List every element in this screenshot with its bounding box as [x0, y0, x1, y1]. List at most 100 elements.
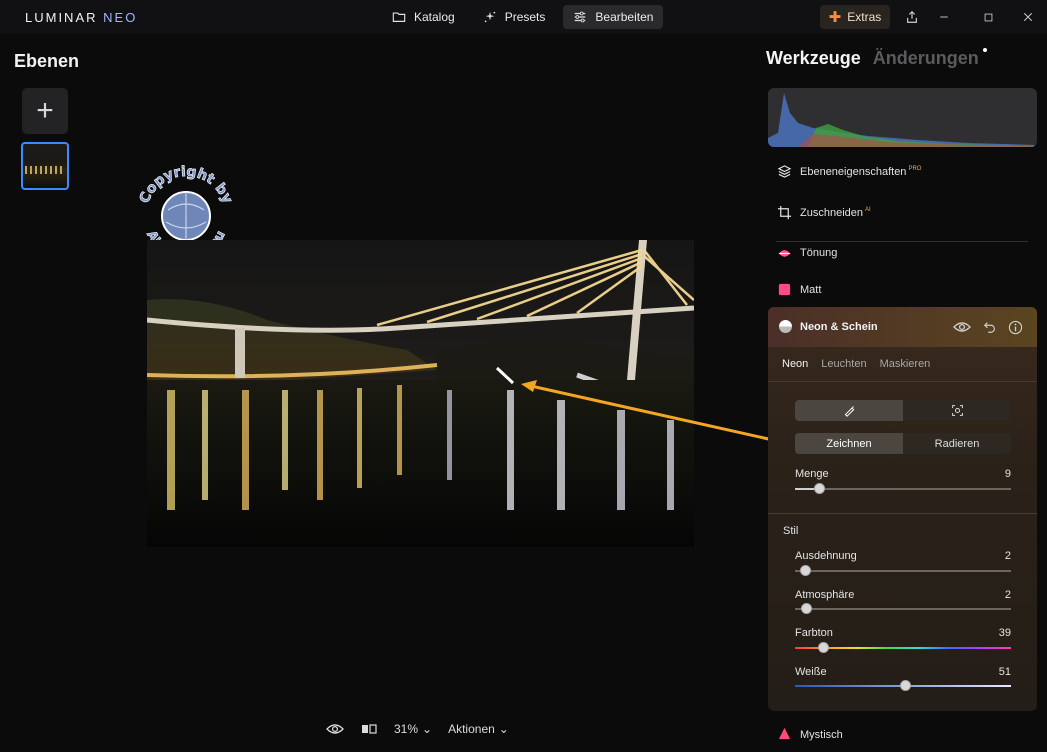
- slider-knob[interactable]: [814, 483, 825, 494]
- tab-bearbeiten[interactable]: Bearbeiten: [563, 5, 664, 29]
- sliders-icon: [575, 11, 586, 23]
- whites-value: 51: [998, 666, 1011, 678]
- actions-dropdown[interactable]: Aktionen ⌄: [448, 722, 509, 736]
- auto-detect-button[interactable]: [903, 400, 1011, 421]
- brush-icon: [844, 406, 854, 417]
- divider: [768, 513, 1037, 514]
- thumbnail-lights: [25, 166, 65, 174]
- plus-icon: +: [36, 94, 54, 127]
- undo-icon[interactable]: [981, 318, 999, 336]
- panel-tabs: Werkzeuge Änderungen: [766, 48, 987, 69]
- ai-badge: AI: [865, 206, 871, 213]
- tool-label: Ebeneneigenschaften: [800, 165, 907, 178]
- neon-subtabs: Neon Leuchten Maskieren: [782, 358, 930, 370]
- tab-werkzeuge[interactable]: Werkzeuge: [766, 48, 861, 69]
- atmosphere-label: Atmosphäre: [795, 589, 855, 601]
- zoom-value: 31%: [394, 722, 419, 736]
- logo-sub: NEO: [103, 10, 138, 25]
- tint-icon: [777, 245, 792, 260]
- atmosphere-slider[interactable]: [795, 603, 1011, 614]
- close-icon[interactable]: [1019, 8, 1037, 26]
- bottom-toolbar: 31% ⌄ Aktionen ⌄: [326, 722, 509, 736]
- tool-matt[interactable]: Matt: [777, 282, 821, 297]
- tab-presets-label: Presets: [504, 10, 546, 24]
- add-layer-button[interactable]: +: [22, 88, 68, 134]
- expansion-slider-label: Ausdehnung 2: [795, 550, 1011, 562]
- actions-label: Aktionen: [448, 722, 495, 736]
- divider: [768, 381, 1037, 382]
- extras-button[interactable]: ✚ Extras: [820, 5, 890, 29]
- puzzle-icon: ✚: [828, 8, 842, 26]
- brush-mode-button[interactable]: [795, 400, 903, 421]
- layer-thumbnail[interactable]: [21, 142, 69, 190]
- atmosphere-value: 2: [1004, 589, 1011, 601]
- subtab-maskieren[interactable]: Maskieren: [880, 358, 931, 370]
- subtab-neon[interactable]: Neon: [782, 358, 808, 370]
- histogram: [768, 88, 1037, 147]
- maximize-icon[interactable]: [979, 8, 997, 26]
- app-logo: LUMINAR NEO: [25, 10, 137, 25]
- preview-toggle[interactable]: [326, 722, 344, 736]
- expansion-slider[interactable]: [795, 565, 1011, 576]
- eye-icon: [326, 724, 344, 734]
- layers-icon: [777, 164, 792, 179]
- hue-slider[interactable]: [795, 642, 1011, 653]
- slider-knob[interactable]: [900, 680, 911, 691]
- eye-icon[interactable]: [953, 318, 971, 336]
- whites-label: Weiße: [795, 666, 827, 678]
- tool-label: Matt: [800, 283, 822, 296]
- amount-slider[interactable]: [795, 483, 1011, 494]
- compare-toggle[interactable]: [360, 722, 378, 736]
- share-icon[interactable]: [903, 8, 921, 26]
- tool-ebeneneigenschaften[interactable]: Ebeneneigenschaften PRO: [777, 164, 921, 179]
- mystic-icon: [777, 726, 792, 744]
- compare-icon: [362, 724, 377, 734]
- tab-katalog[interactable]: Katalog: [382, 5, 465, 29]
- brush-type-toggle: [795, 400, 1011, 421]
- extras-label: Extras: [847, 10, 882, 24]
- zoom-dropdown[interactable]: 31% ⌄: [394, 722, 432, 736]
- pro-badge: PRO: [908, 165, 922, 172]
- title-bar: LUMINAR NEO Katalog Presets Bearbeiten ✚…: [0, 0, 1047, 34]
- sparkle-icon: [484, 11, 495, 23]
- hue-label: Farbton: [795, 627, 833, 639]
- tab-aenderungen[interactable]: Änderungen: [873, 48, 979, 69]
- slider-knob[interactable]: [818, 642, 829, 653]
- draw-button[interactable]: Zeichnen: [795, 433, 903, 454]
- tab-presets[interactable]: Presets: [473, 5, 556, 29]
- hue-value: 39: [998, 627, 1011, 639]
- neon-tool-icon: [779, 320, 792, 333]
- tab-bearbeiten-label: Bearbeiten: [595, 10, 654, 24]
- annotation-arrow: [521, 380, 783, 444]
- slider-knob[interactable]: [800, 565, 811, 576]
- tab-katalog-label: Katalog: [414, 10, 455, 24]
- atmosphere-slider-label: Atmosphäre 2: [795, 589, 1011, 601]
- main-nav: Katalog Presets Bearbeiten: [382, 5, 664, 29]
- minimize-icon[interactable]: [935, 8, 953, 26]
- expansion-label: Ausdehnung: [795, 550, 857, 562]
- matte-icon: [777, 282, 792, 297]
- whites-slider[interactable]: [795, 680, 1011, 691]
- folder-icon: [392, 12, 406, 22]
- tool-label: Tönung: [800, 246, 838, 259]
- neon-title: Neon & Schein: [779, 320, 878, 333]
- amount-slider-label: Menge 9: [795, 468, 1011, 480]
- tool-label: Zuschneiden: [800, 206, 863, 219]
- tool-zuschneiden[interactable]: Zuschneiden AI: [777, 205, 871, 220]
- subtab-leuchten[interactable]: Leuchten: [821, 358, 866, 370]
- slider-knob[interactable]: [801, 603, 812, 614]
- target-icon: [951, 405, 963, 416]
- amount-label: Menge: [795, 468, 829, 480]
- notification-dot: [982, 48, 987, 52]
- chevron-down-icon: ⌄: [422, 722, 433, 736]
- tool-mystisch[interactable]: Mystisch: [777, 726, 843, 744]
- info-icon[interactable]: [1006, 318, 1024, 336]
- tool-toenung[interactable]: Tönung: [777, 245, 837, 260]
- crop-icon: [777, 205, 792, 220]
- neon-title-label: Neon & Schein: [800, 320, 878, 333]
- layers-title: Ebenen: [14, 51, 80, 71]
- style-section-label: Stil: [783, 525, 799, 537]
- whites-slider-label: Weiße 51: [795, 666, 1011, 678]
- neon-glow-panel: Neon & Schein Neon Leuchten Maskieren Ze…: [768, 307, 1037, 711]
- erase-button[interactable]: Radieren: [903, 433, 1011, 454]
